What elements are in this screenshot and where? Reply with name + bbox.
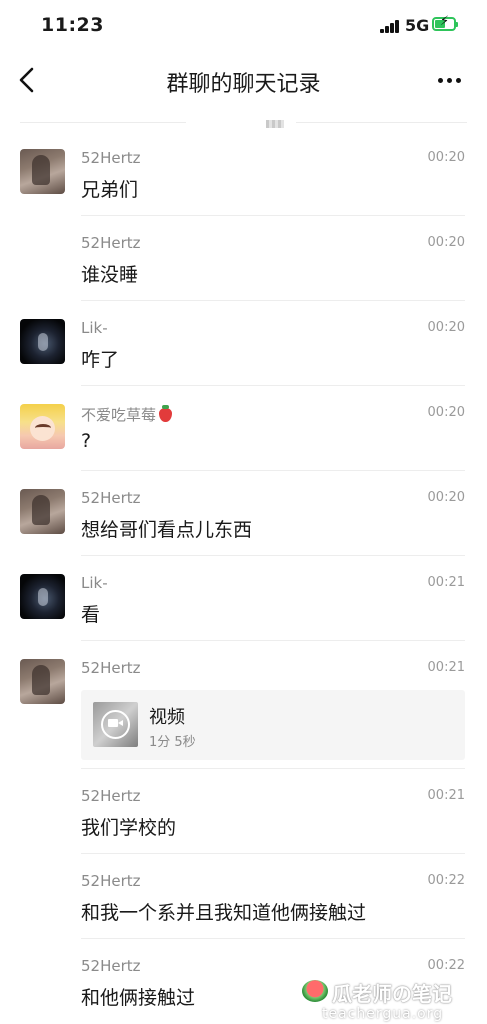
message-text: 兄弟们 [81,179,139,201]
message-item[interactable]: 52Hertz 00:21 视频 1分 5秒 [0,641,487,769]
message-time: 00:21 [427,788,465,803]
message-item[interactable]: 不爱吃草莓 00:20 ? [0,386,487,471]
loading-placeholder [266,120,284,128]
status-time: 11:23 [41,14,104,36]
battery-icon: ⚡ [432,15,456,31]
video-duration: 1分 5秒 [149,735,196,750]
video-card[interactable]: 视频 1分 5秒 [81,690,465,760]
message-time: 00:21 [427,575,465,590]
message-time: 00:20 [427,150,465,165]
video-thumbnail [93,702,138,747]
sender-name: Lik- [81,319,108,337]
message-text: 和我一个系并且我知道他俩接触过 [81,902,367,924]
message-time: 00:22 [427,958,465,973]
message-text: 想给哥们看点儿东西 [81,519,253,541]
network-type: 5G [405,16,430,35]
avatar[interactable] [20,404,65,449]
message-item[interactable]: 52Hertz 00:20 兄弟们 [0,131,487,216]
message-item[interactable]: 52Hertz 00:22 和我一个系并且我知道他俩接触过 [0,854,487,939]
avatar[interactable] [20,574,65,619]
page-title: 群聊的聊天记录 [166,72,321,97]
message-item[interactable]: Lik- 00:20 咋了 [0,301,487,386]
message-text: 和他俩接触过 [81,987,196,1009]
watermark-url: teachergua.org [322,1006,444,1022]
avatar[interactable] [20,659,65,704]
sender-name: 52Hertz [81,149,141,167]
message-time: 00:21 [427,660,465,675]
message-time: 00:22 [427,873,465,888]
sender-name: 52Hertz [81,659,141,677]
avatar[interactable] [20,489,65,534]
message-item[interactable]: 52Hertz 00:20 谁没睡 [0,216,487,301]
message-list[interactable]: 52Hertz 00:20 兄弟们 52Hertz 00:20 谁没睡 Lik-… [0,131,487,1024]
message-text: 谁没睡 [81,264,139,286]
watermelon-icon [302,980,328,1002]
message-time: 00:20 [427,405,465,420]
sender-name: Lik- [81,574,108,592]
more-horizontal-icon [438,77,443,83]
top-divider-left [20,122,186,123]
avatar[interactable] [20,149,65,194]
watermark: 瓜老师の笔记 teachergua.org [300,978,480,1024]
sender-name: 不爱吃草莓 [81,406,157,424]
sender-name: 52Hertz [81,234,141,252]
sender-name: 52Hertz [81,787,141,805]
more-button[interactable] [438,70,468,90]
watermark-brand: 瓜老师の笔记 [332,982,452,1006]
message-item[interactable]: 52Hertz 00:21 我们学校的 [0,769,487,854]
sender-name-wrap: 不爱吃草莓 [81,404,173,425]
sender-name: 52Hertz [81,957,141,975]
signal-icon [380,19,400,33]
message-text: ? [81,430,92,452]
message-time: 00:20 [427,490,465,505]
strawberry-icon [159,405,173,422]
avatar[interactable] [20,319,65,364]
battery-cap [456,22,458,27]
status-bar: 11:23 5G ⚡ [0,0,487,52]
top-divider-right [296,122,467,123]
message-item[interactable]: Lik- 00:21 看 [0,556,487,641]
message-item[interactable]: 52Hertz 00:20 想给哥们看点儿东西 [0,471,487,556]
message-time: 00:20 [427,235,465,250]
message-text: 咋了 [81,349,120,371]
sender-name: 52Hertz [81,489,141,507]
nav-bar: 群聊的聊天记录 [0,52,487,110]
message-text: 看 [81,604,101,626]
message-time: 00:20 [427,320,465,335]
video-title: 视频 [149,707,185,728]
sender-name: 52Hertz [81,872,141,890]
message-text: 我们学校的 [81,817,177,839]
